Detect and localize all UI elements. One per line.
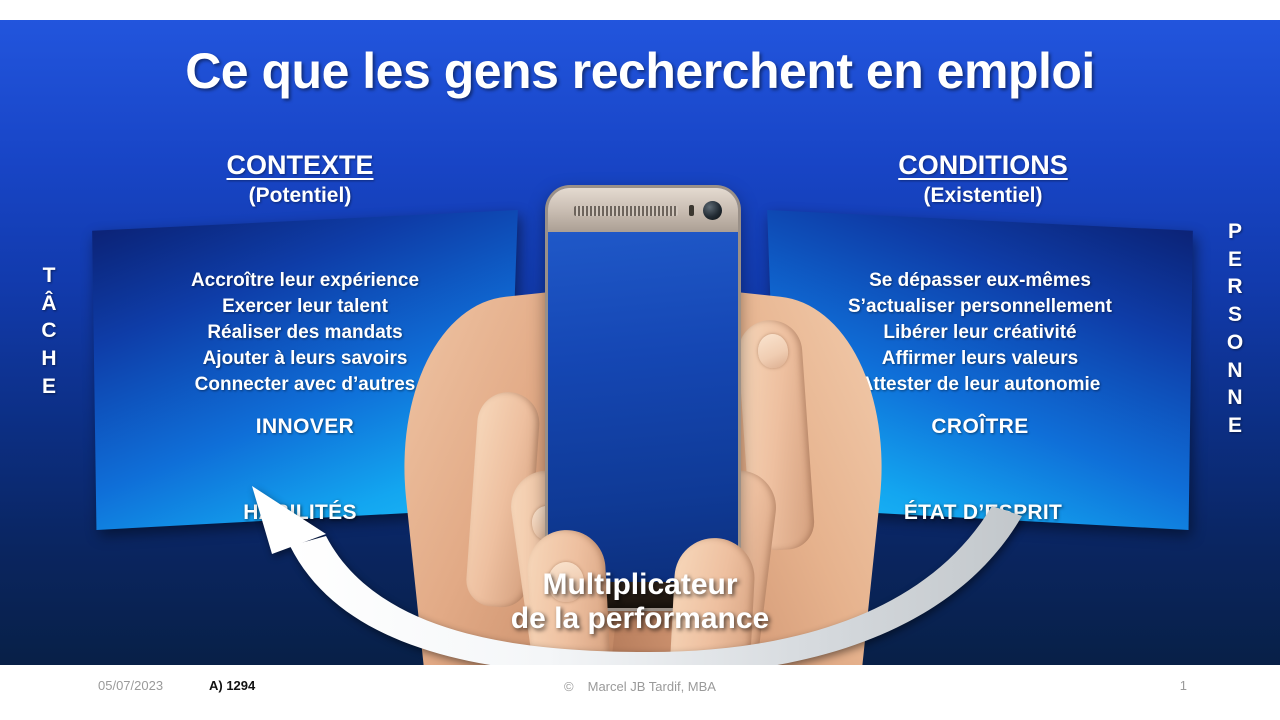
multiplier-caption-line1: Multiplicateur <box>542 568 738 601</box>
slide-footer: 05/07/2023 A) 1294 © Marcel JB Tardif, MB… <box>0 668 1280 708</box>
side-label-personne-l8: E <box>1227 414 1242 438</box>
side-label-personne-l2: E <box>1227 247 1242 271</box>
footer-author: Marcel JB Tardif, MBA <box>587 679 716 694</box>
phone-bezel-top <box>548 188 738 232</box>
phone-sensor-icon <box>689 205 694 216</box>
side-label-tache-l5: E <box>41 374 56 398</box>
side-label-personne-l1: P <box>1227 220 1242 243</box>
slide-canvas: Ce que les gens recherchent en emploi T … <box>0 20 1280 665</box>
side-label-tache-l4: H <box>41 347 57 371</box>
side-label-tache-l3: C <box>41 319 57 343</box>
side-label-personne-l6: N <box>1227 358 1243 382</box>
side-label-personne-l3: R <box>1227 275 1243 299</box>
side-label-personne-l4: S <box>1227 303 1242 327</box>
footer-copyright: © Marcel JB Tardif, MBA <box>0 679 1280 694</box>
phone-speaker-grille-icon <box>574 206 678 216</box>
copyright-icon: © <box>564 679 574 694</box>
side-label-tache: T Â C H E <box>32 262 66 401</box>
footer-page-number: 1 <box>1179 678 1187 693</box>
side-label-tache-l2: Â <box>41 291 57 315</box>
slide: Ce que les gens recherchent en emploi T … <box>0 0 1280 720</box>
side-label-personne-l5: O <box>1226 330 1244 354</box>
side-label-personne: P E R S O N N E <box>1218 218 1252 440</box>
multiplier-caption-line2: de la performance <box>510 601 770 635</box>
side-label-personne-l7: N <box>1227 386 1243 410</box>
phone-camera-icon <box>703 201 722 220</box>
multiplier-caption: Multiplicateur de la performance <box>390 568 890 635</box>
side-label-tache-l1: T <box>42 264 56 287</box>
page-title: Ce que les gens recherchent en emploi <box>185 43 1095 99</box>
